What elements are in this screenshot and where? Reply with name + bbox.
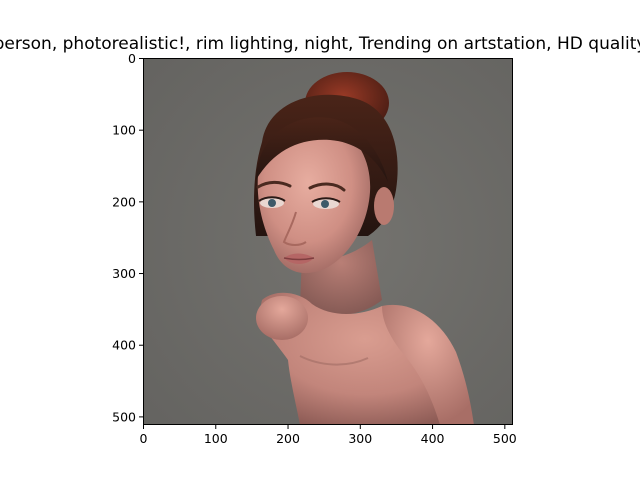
x-tick-label: 300 — [348, 431, 372, 446]
ear — [374, 187, 394, 225]
y-tick-label: 300 — [112, 266, 136, 281]
y-tick-label: 0 — [128, 51, 136, 66]
x-tick-label: 100 — [204, 431, 228, 446]
y-axis: 0 100 200 300 400 500 — [112, 51, 143, 424]
chart-svg: person, photorealistic!, rim lighting, n… — [0, 34, 640, 446]
right-iris — [321, 200, 329, 208]
left-iris — [268, 199, 276, 207]
figure: person, photorealistic!, rim lighting, n… — [0, 0, 640, 480]
x-tick-label: 500 — [493, 431, 517, 446]
x-tick-label: 400 — [421, 431, 445, 446]
y-tick-label: 400 — [112, 338, 136, 353]
x-tick-label: 0 — [140, 431, 148, 446]
y-tick-label: 100 — [112, 123, 136, 138]
left-shoulder — [256, 296, 308, 340]
portrait-image — [143, 58, 513, 425]
y-tick-label: 500 — [112, 409, 136, 424]
x-tick-label: 200 — [276, 431, 300, 446]
y-tick-label: 200 — [112, 194, 136, 209]
chart-title: person, photorealistic!, rim lighting, n… — [0, 34, 640, 54]
x-axis: 0 100 200 300 400 500 — [140, 425, 517, 446]
